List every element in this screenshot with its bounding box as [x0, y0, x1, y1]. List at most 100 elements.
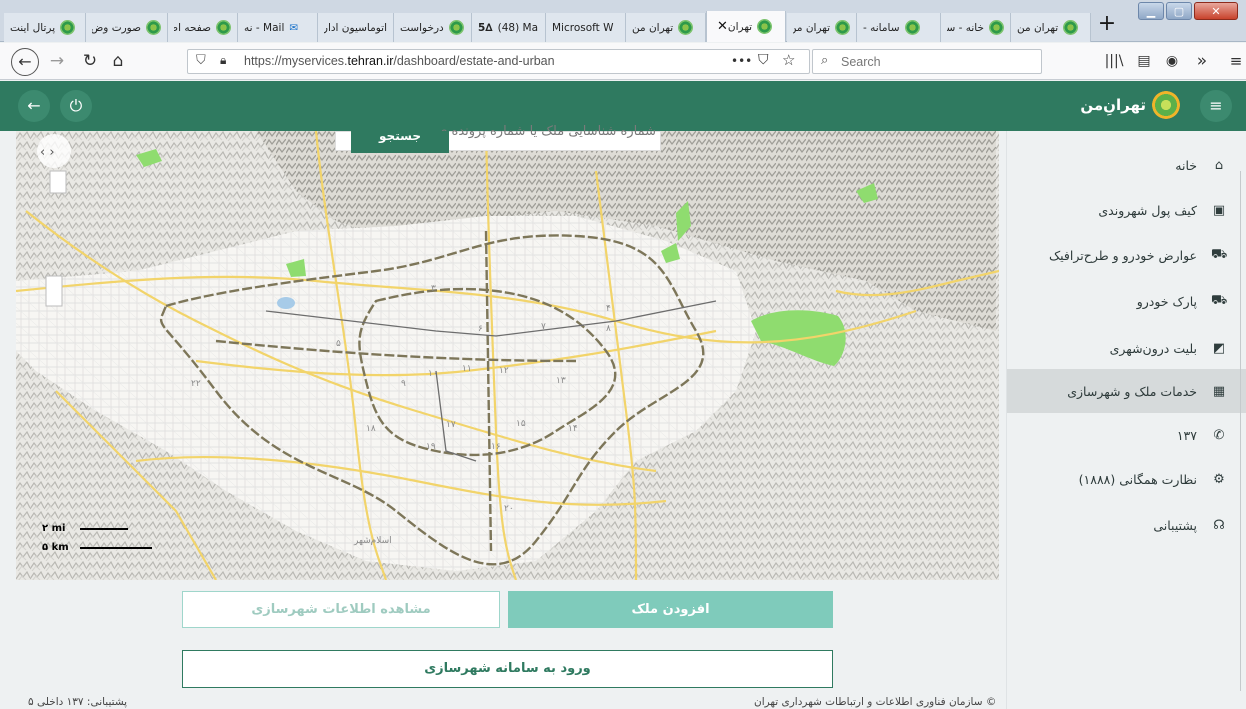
scale-km-bar: [80, 547, 152, 549]
sidebar-scrollbar[interactable]: [1240, 171, 1244, 691]
sidebar-item-public-oversight[interactable]: نظارت همگانی (۱۸۸۸) ⚙: [1007, 457, 1246, 501]
page-actions-icon[interactable]: •••: [731, 54, 752, 68]
tehran-favicon-icon: [835, 20, 850, 35]
browser-tab[interactable]: خانه - سـ: [941, 13, 1011, 42]
map[interactable]: ۳ ۴ ۵ ۶ ۷ ۸ ۹ ۱۰ ۱۱ ۱۲ ۱۳ ۱۴ ۱۵ ۱۶ ۱۷ ۱۸…: [16, 131, 999, 580]
account-icon[interactable]: ◉: [1160, 50, 1184, 72]
menu-icon[interactable]: ≡: [1200, 90, 1232, 122]
add-property-button[interactable]: افزودن ملک: [508, 591, 833, 628]
new-tab-button[interactable]: +: [1096, 12, 1118, 38]
browser-tab[interactable]: سامانه -: [857, 13, 941, 42]
scale-bar-km: ۵ km: [42, 542, 152, 553]
sidebar-item-137[interactable]: ۱۳۷ ✆: [1007, 413, 1246, 457]
district-label: ۸: [606, 324, 611, 334]
car-icon: ⛟: [1211, 246, 1228, 262]
browser-tab-bar: پرتال اینت صورت وض صفحه اص ✉Mail - نه ات…: [0, 0, 1246, 42]
district-label: ۱۰: [428, 369, 438, 379]
back-arrow-icon[interactable]: ←: [18, 90, 50, 122]
urban-system-login-button[interactable]: ورود به سامانه شهرسازی: [182, 650, 833, 688]
sidebar-toggle-icon[interactable]: ▤: [1132, 50, 1156, 72]
browser-tab-active[interactable]: تهران ✕: [706, 11, 786, 42]
district-label: ۱۳: [556, 376, 566, 386]
url-text[interactable]: https://myservices.tehran.ir/dashboard/e…: [244, 54, 555, 68]
browser-tab[interactable]: اتوماسیون ادار: [318, 13, 394, 42]
lock-icon[interactable]: 🔒︎: [220, 53, 226, 68]
minimize-button[interactable]: ▁: [1138, 2, 1164, 20]
tracking-shield-icon[interactable]: ⛉: [196, 53, 206, 68]
wallet-icon: ▣: [1212, 202, 1226, 218]
phone-icon: ✆: [1213, 427, 1225, 443]
back-button[interactable]: ←: [11, 48, 39, 76]
tehran-favicon-icon: [448, 20, 464, 35]
scale-bar: ۲ mi: [42, 523, 128, 534]
place-label: اسلام‌شهر: [353, 536, 392, 546]
url-bar[interactable]: ⛉ 🔒︎ https://myservices.tehran.ir/dashbo…: [187, 49, 810, 74]
pocket-icon[interactable]: ⛉: [758, 52, 769, 68]
browser-tab[interactable]: درخواست: [394, 13, 472, 42]
map-pan-control[interactable]: ‹ ›: [37, 134, 71, 168]
browser-nav-bar: ← → ↻ ⌂ ⛉ 🔒︎ https://myservices.tehran.i…: [0, 43, 1246, 80]
power-icon[interactable]: ⏻: [60, 90, 92, 122]
building-icon: ▦: [1212, 383, 1226, 399]
sidebar-item-wallet[interactable]: کیف پول شهروندی ▣: [1007, 188, 1246, 232]
maximize-button[interactable]: ▢: [1166, 2, 1192, 20]
hamburger-menu-icon[interactable]: ≡: [1224, 50, 1246, 72]
search-button[interactable]: جستجو: [351, 131, 449, 153]
district-label: ۲۲: [191, 379, 201, 389]
ticket-icon: ◩: [1212, 340, 1226, 356]
tehran-logo-icon: [1152, 91, 1180, 119]
home-button[interactable]: ⌂: [106, 50, 130, 72]
browser-tab[interactable]: تهران من: [1011, 13, 1091, 42]
bookmark-star-icon[interactable]: ☆: [782, 51, 795, 69]
zoom-control[interactable]: [49, 170, 67, 194]
district-label: ۱۸: [366, 424, 376, 434]
library-icon[interactable]: |||\: [1102, 50, 1126, 72]
browser-tab[interactable]: 5∆ (48) Ma: [472, 13, 546, 42]
map-canvas[interactable]: ۳ ۴ ۵ ۶ ۷ ۸ ۹ ۱۰ ۱۱ ۱۲ ۱۳ ۱۴ ۱۵ ۱۶ ۱۷ ۱۸…: [16, 131, 999, 580]
close-window-button[interactable]: ✕: [1194, 2, 1238, 20]
district-label: ۱۴: [568, 424, 578, 434]
district-label: ۳: [431, 284, 436, 294]
tehran-favicon-icon: [989, 20, 1004, 35]
district-label: ۹: [401, 379, 406, 389]
district-label: ۶: [478, 324, 483, 334]
window-controls: ▁ ▢ ✕: [1138, 2, 1238, 20]
tehran-favicon-icon: [678, 20, 694, 35]
forward-button[interactable]: →: [45, 50, 69, 72]
lake: [277, 297, 295, 309]
browser-search-bar[interactable]: ⌕ Search: [812, 49, 1042, 74]
reload-button[interactable]: ↻: [78, 50, 102, 72]
browser-tab[interactable]: صفحه اص: [168, 13, 238, 42]
browser-tab[interactable]: صورت وض: [86, 13, 168, 42]
view-urban-info-button[interactable]: مشاهده اطلاعات شهرسازی: [182, 591, 500, 628]
copyright: © سازمان فناوری اطلاعات و ارتباطات شهردا…: [754, 696, 997, 708]
district-label: ۱۲: [499, 366, 509, 376]
browser-tab[interactable]: ✉ Mail - نه: [238, 13, 318, 42]
close-tab-icon[interactable]: ✕: [717, 19, 728, 34]
sidebar-item-car-fees[interactable]: عوارض خودرو و طرح‌ترافیک ⛟: [1007, 233, 1246, 277]
home-icon: ⌂: [1214, 157, 1224, 173]
overflow-menu-icon[interactable]: »: [1190, 50, 1214, 72]
browser-tab[interactable]: Microsoft W: [546, 13, 626, 42]
browser-tab[interactable]: پرتال اینت: [4, 13, 86, 42]
media-icon: 5∆: [478, 21, 493, 34]
sidebar-item-parking[interactable]: پارک خودرو ⛟: [1007, 279, 1246, 323]
tehran-favicon-icon: [757, 19, 773, 34]
sidebar-item-ticket[interactable]: بلیت درون‌شهری ◩: [1007, 326, 1246, 370]
zoom-slider[interactable]: [45, 275, 63, 307]
logo-text: تهرانِ‌من: [1080, 96, 1146, 114]
headset-icon: ☊: [1213, 517, 1225, 533]
scale-km-label: ۵ km: [42, 542, 69, 553]
district-label: ۷: [541, 322, 546, 332]
tehran-favicon-icon: [1063, 20, 1079, 35]
browser-tab[interactable]: تهران من: [626, 13, 706, 42]
scale-mi-label: ۲ mi: [42, 523, 66, 534]
browser-tab[interactable]: تهران من: [787, 13, 857, 42]
sidebar-item-home[interactable]: خانه ⌂: [1007, 143, 1246, 187]
sidebar-item-estate-urban[interactable]: خدمات ملک و شهرسازی ▦: [1007, 369, 1246, 413]
district-label: ۲۰: [504, 504, 514, 514]
sidebar-item-support[interactable]: پشتیبانی ☊: [1007, 503, 1246, 547]
scale-mi-bar: [80, 528, 128, 530]
gear-icon: ⚙: [1213, 471, 1225, 487]
district-label: ۱۱: [462, 364, 472, 374]
